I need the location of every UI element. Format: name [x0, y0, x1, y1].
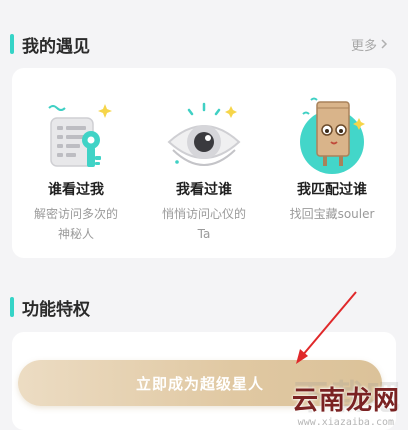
document-key-icon — [48, 104, 112, 167]
more-label: 更多 — [350, 38, 377, 54]
feature-desc: 找回宝藏souler — [289, 207, 375, 221]
feature-title: 我看过谁 — [176, 182, 232, 198]
privileges-title: 功能特权 — [22, 299, 90, 320]
paper-bag-avatar-icon — [300, 97, 365, 174]
watermark-text: 云南龙网 — [291, 386, 400, 416]
cta-label: 立即成为超级星人 — [135, 374, 264, 393]
more-link[interactable]: 更多 — [351, 35, 388, 54]
section-accent-bar — [10, 297, 14, 317]
eye-icon — [167, 102, 241, 166]
watermark-url: www.xiazaiba.com — [297, 417, 394, 428]
feature-desc: 悄悄访问心仪的Ta — [161, 207, 246, 241]
encounters-card: 谁看过我 解密访问多次的神秘人 我看过谁 悄悄访问心仪的Ta 我匹配过谁 找回宝… — [12, 68, 396, 258]
section-accent-bar — [10, 34, 14, 54]
privileges-header: 功能特权 — [0, 292, 408, 322]
feature-who-i-viewed[interactable]: 我看过谁 悄悄访问心仪的Ta — [140, 68, 268, 258]
chevron-right-icon — [381, 39, 388, 49]
feature-who-i-matched[interactable]: 我匹配过谁 找回宝藏souler — [268, 68, 396, 258]
encounters-title: 我的遇见 — [22, 36, 90, 57]
feature-desc: 解密访问多次的神秘人 — [33, 207, 118, 241]
feature-title: 谁看过我 — [48, 182, 104, 198]
feature-who-viewed-me[interactable]: 谁看过我 解密访问多次的神秘人 — [12, 68, 140, 258]
feature-title: 我匹配过谁 — [297, 182, 367, 198]
encounters-header: 我的遇见 更多 — [0, 29, 408, 59]
